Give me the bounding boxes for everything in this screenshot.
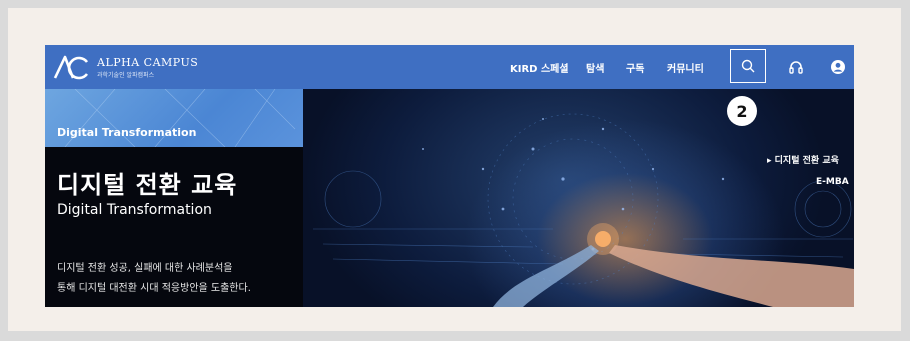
hero-tag: Digital Transformation	[57, 126, 197, 139]
side-link-emba[interactable]: E-MBA	[816, 177, 849, 187]
left-info-panel: Digital Transformation 디지털 전환 교육 Digital…	[45, 89, 303, 307]
nav-item-community[interactable]: 커뮤니티	[667, 60, 704, 75]
step-badge: 2	[727, 96, 757, 126]
screenshot-frame: ALPHA CAMPUS 과학기술인 알파캠퍼스 KIRD 스페셜 탐색 구독 …	[8, 8, 901, 331]
nav-item-subscribe[interactable]: 구독	[626, 60, 644, 75]
top-navbar: ALPHA CAMPUS 과학기술인 알파캠퍼스 KIRD 스페셜 탐색 구독 …	[45, 45, 854, 89]
nav-item-explore[interactable]: 탐색	[586, 60, 604, 75]
brand-name[interactable]: ALPHA CAMPUS	[97, 56, 198, 69]
brand-subtitle: 과학기술인 알파캠퍼스	[97, 72, 155, 79]
side-link-digital-transformation[interactable]: ▸ 디지털 전환 교육	[767, 153, 839, 166]
alpha-campus-logo-icon[interactable]	[53, 54, 89, 80]
left-panel-header: Digital Transformation	[45, 89, 303, 147]
hero-description-line1: 디지털 전환 성공, 실패에 대한 사례분석을	[57, 263, 233, 274]
search-button[interactable]	[730, 49, 766, 83]
user-button[interactable]	[828, 57, 848, 77]
nav-item-kird-special[interactable]: KIRD 스페셜	[510, 60, 569, 75]
ai-network-background-image	[313, 113, 854, 307]
hero-description-line2: 통해 디지털 대전환 시대 적응방안을 도출한다.	[57, 283, 251, 294]
hero-title-english: Digital Transformation	[57, 202, 212, 218]
headset-button[interactable]	[786, 57, 806, 77]
website-screenshot: ALPHA CAMPUS 과학기술인 알파캠퍼스 KIRD 스페셜 탐색 구독 …	[45, 45, 854, 307]
headset-icon	[789, 61, 803, 74]
user-icon	[831, 60, 845, 74]
search-icon	[741, 59, 755, 73]
hero-title-korean: 디지털 전환 교육	[57, 171, 238, 199]
